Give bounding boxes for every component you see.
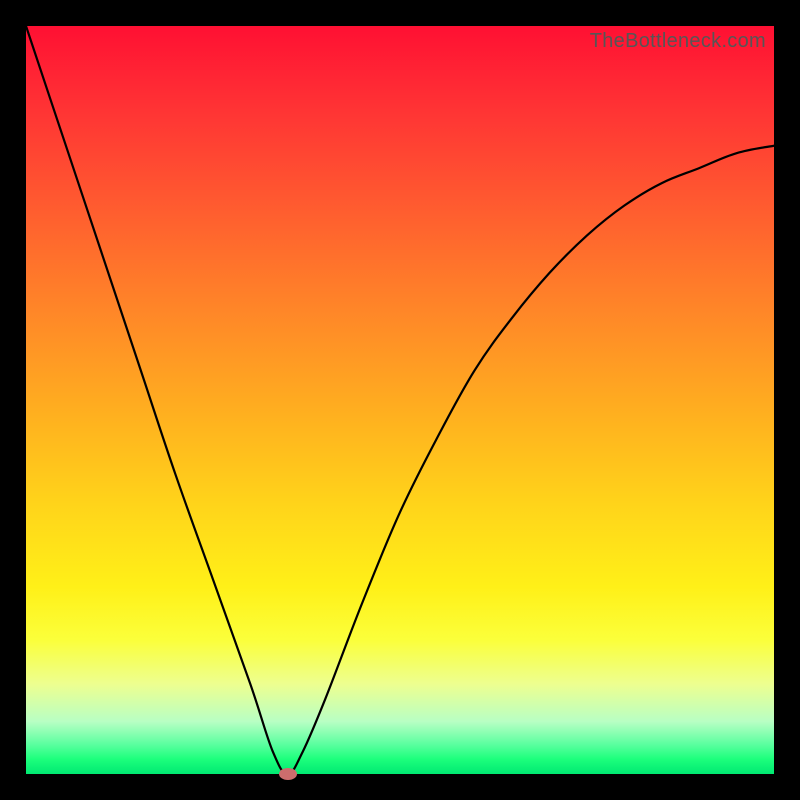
plot-area: TheBottleneck.com bbox=[26, 26, 774, 774]
optimal-marker bbox=[279, 768, 297, 780]
bottleneck-curve-path bbox=[26, 26, 774, 774]
chart-frame: TheBottleneck.com bbox=[0, 0, 800, 800]
curve-svg bbox=[26, 26, 774, 774]
watermark-text: TheBottleneck.com bbox=[590, 30, 766, 53]
